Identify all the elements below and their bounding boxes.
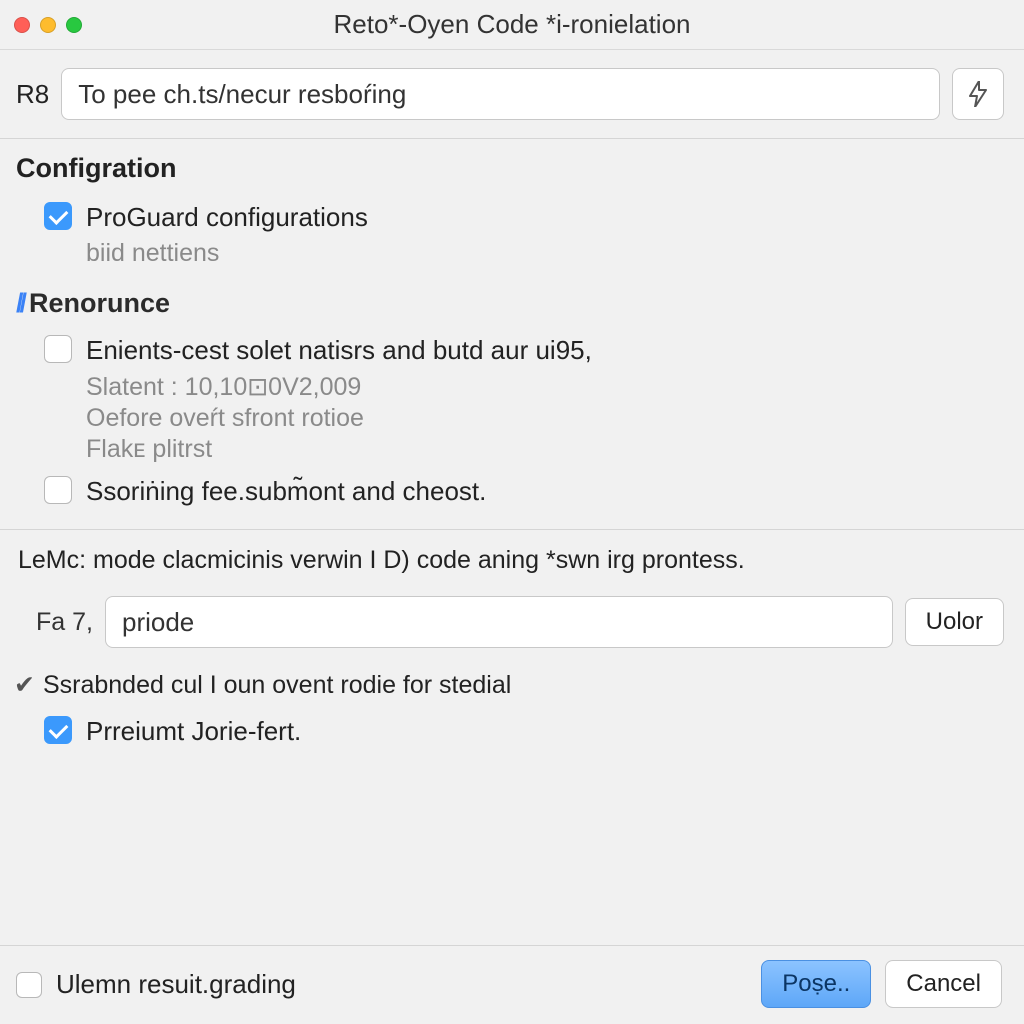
renorunce-opt2-row[interactable]: Ssoriṅing fee.subm̃ont and cheost. [16, 468, 1004, 515]
window-title: Reto*-Oyen Code *i-ronielation [14, 9, 1010, 40]
cancel-button[interactable]: Cancel [885, 960, 1002, 1008]
primary-button[interactable]: Poṣe.. [761, 960, 871, 1008]
renorunce-sub-flake: Flakᴇ plitrst [16, 435, 1004, 464]
footer: Ulemn resuit.grading Poṣe.. Cancel [0, 945, 1024, 1024]
fa-input[interactable] [105, 596, 893, 648]
proguard-checkbox[interactable] [44, 202, 72, 230]
lightning-button[interactable] [952, 68, 1004, 120]
renorunce-sub-oefore: Oefore oveŕt sfront rotioe [16, 404, 1004, 433]
fa-row: Fa 7, Uolor [0, 586, 1024, 664]
titlebar: Reto*-Oyen Code *i-ronielation [0, 0, 1024, 50]
configuration-section: Configration ProGuard configurations bii… [0, 139, 1024, 276]
proguard-row[interactable]: ProGuard configurations [16, 194, 1004, 241]
minimize-window-icon[interactable] [40, 17, 56, 33]
zoom-window-icon[interactable] [66, 17, 82, 33]
preiumt-row[interactable]: Prreiumt Jorie-fert. [0, 708, 1024, 755]
ssrabnded-label: Ssrabnded cul I oun ovent rodie for sted… [43, 671, 511, 700]
preiumt-label: Prreiumt Jorie-fert. [86, 714, 301, 749]
toolbar-label: R8 [16, 79, 49, 110]
close-window-icon[interactable] [14, 17, 30, 33]
lightning-icon [968, 81, 988, 107]
renorunce-opt2-label: Ssoriṅing fee.subm̃ont and cheost. [86, 474, 486, 509]
renorunce-opt1-row[interactable]: Enients-cest solet natisrs and butd aur … [16, 327, 1004, 374]
renorunce-opt2-checkbox[interactable] [44, 476, 72, 504]
footer-checkbox[interactable] [16, 972, 42, 998]
renorunce-sub-slatent: Slatent : 10,10⊡0V2,009 [16, 372, 1004, 402]
renorunce-heading-row: // Renorunce [16, 288, 1004, 319]
fa-label: Fa 7, [36, 608, 93, 637]
ssrabnded-row: ✔ Ssrabnded cul I oun ovent rodie for st… [0, 664, 1024, 708]
proguard-label: ProGuard configurations [86, 200, 368, 235]
configuration-heading: Configration [16, 153, 1004, 184]
preiumt-checkbox[interactable] [44, 716, 72, 744]
hash-icon: // [16, 288, 23, 319]
footer-label: Ulemn resuit.grading [56, 969, 296, 1000]
renorunce-section: // Renorunce Enients-cest solet natisrs … [0, 276, 1024, 519]
toolbar: R8 [0, 50, 1024, 138]
uolor-button[interactable]: Uolor [905, 598, 1004, 646]
lemc-paragraph: LeMc: mode clacmicinis verwin I D) code … [0, 530, 1024, 586]
proguard-subtext: biid nettiens [16, 239, 1004, 268]
check-icon: ✔ [14, 670, 35, 700]
window-controls [14, 17, 82, 33]
renorunce-heading: Renorunce [29, 288, 170, 319]
renorunce-opt1-label: Enients-cest solet natisrs and butd aur … [86, 333, 592, 368]
renorunce-opt1-checkbox[interactable] [44, 335, 72, 363]
main-input[interactable] [61, 68, 940, 120]
